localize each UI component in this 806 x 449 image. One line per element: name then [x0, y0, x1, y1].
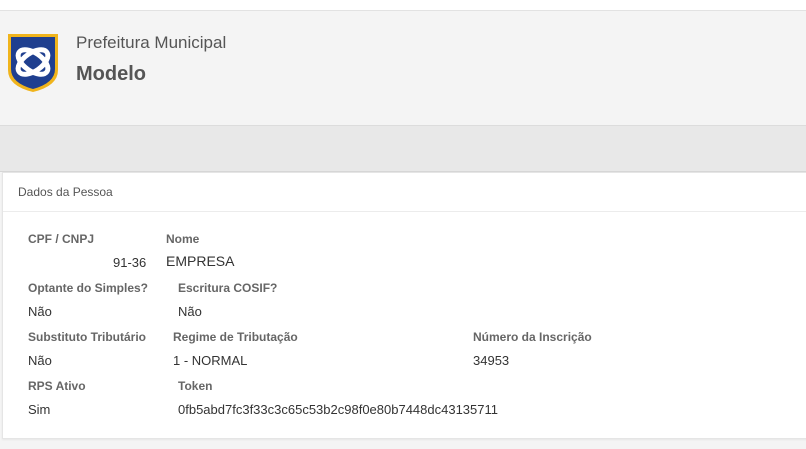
panel-title: Dados da Pessoa: [18, 185, 113, 199]
token-value: 0fb5abd7fc3f33c3c65c53b2c98f0e80b7448dc4…: [178, 402, 498, 417]
escritura-cosif-value: Não: [178, 304, 202, 319]
cpf-cnpj-label: CPF / CNPJ: [28, 232, 95, 246]
organization-subtitle: Modelo: [76, 63, 146, 85]
optante-simples-label: Optante do Simples?: [28, 281, 149, 295]
token-label: Token: [178, 379, 213, 393]
cpf-cnpj-value: 91-36: [113, 255, 147, 270]
rps-ativo-value: Sim: [28, 402, 51, 417]
regime-tributacao-label: Regime de Tributação: [173, 330, 298, 344]
optante-simples-value: Não: [28, 304, 52, 319]
numero-inscricao-value: 34953: [473, 353, 510, 368]
nome-label: Nome: [166, 232, 200, 246]
substituto-tributario-value: Não: [28, 353, 52, 368]
nome-value: EMPRESA: [166, 253, 235, 269]
municipality-logo-icon: [8, 34, 58, 92]
regime-tributacao-value: 1 - NORMAL: [173, 353, 248, 368]
rps-ativo-label: RPS Ativo: [28, 379, 86, 393]
person-data-panel: Dados da Pessoa CPF / CNPJ 91-36 Nome EM…: [2, 172, 806, 439]
escritura-cosif-label: Escritura COSIF?: [178, 281, 278, 295]
top-strip: [0, 0, 806, 11]
navigation-bar: [0, 126, 806, 172]
numero-inscricao-label: Número da Inscrição: [473, 330, 592, 344]
substituto-tributario-label: Substituto Tributário: [28, 330, 146, 344]
organization-name: Prefeitura Municipal: [76, 33, 227, 52]
app-header: Prefeitura Municipal Modelo: [0, 11, 806, 126]
panel-heading: Dados da Pessoa: [3, 173, 806, 212]
